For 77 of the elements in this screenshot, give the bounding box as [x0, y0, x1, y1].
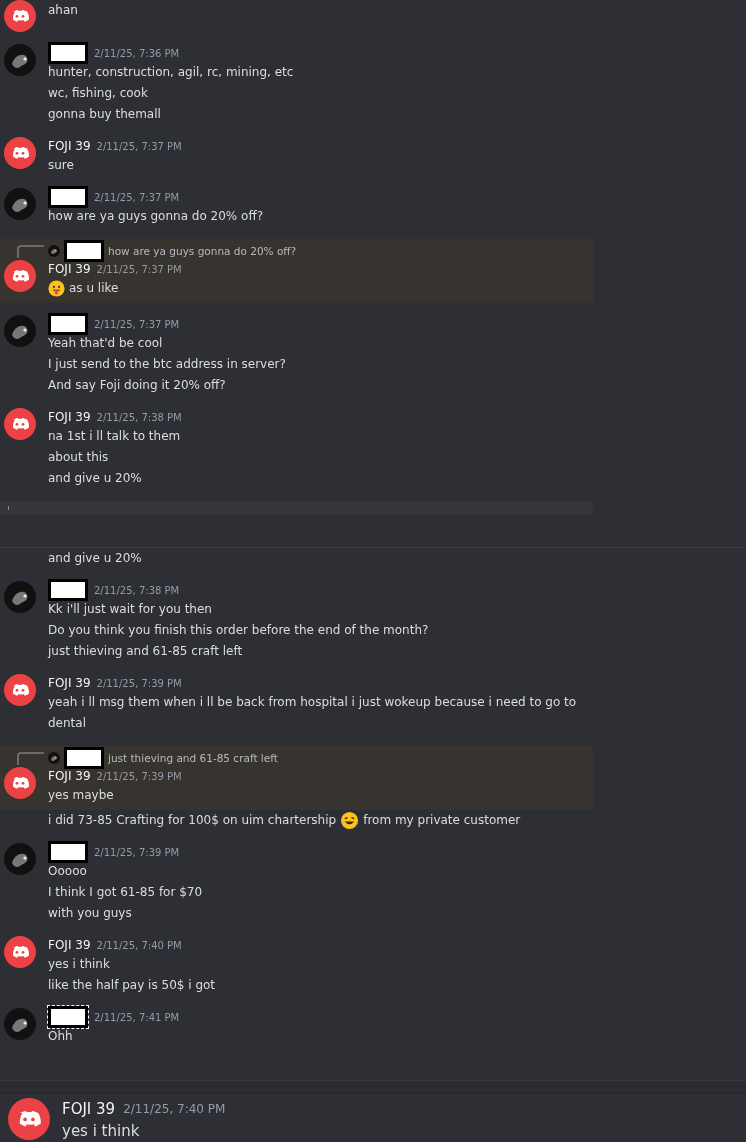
- author-name[interactable]: FOJI 39: [48, 938, 91, 952]
- message-text: just thieving and 61-85 craft left: [48, 643, 244, 660]
- message-text: and give u 20%: [48, 470, 143, 487]
- dark-avatar: [48, 245, 60, 257]
- timestamp: 2/11/25, 7:37 PM: [96, 140, 182, 152]
- message-text: yes i think: [62, 1121, 141, 1142]
- message-text: I think I got 61-85 for $70: [48, 884, 204, 901]
- message-text: Kk i'll just wait for you then: [48, 601, 213, 618]
- controller-avatar: [4, 408, 36, 440]
- controller-avatar: [4, 137, 36, 169]
- redacted-name: [48, 186, 88, 208]
- reply-connector: [16, 244, 44, 258]
- message-text: like the half pay is 50$ i got: [48, 977, 217, 994]
- dark-avatar: [4, 1008, 36, 1040]
- dark-avatar: [4, 315, 36, 347]
- message-text: and give u 20%: [48, 550, 143, 567]
- redacted-name: [48, 313, 88, 335]
- timestamp: 2/11/25, 7:37 PM: [96, 263, 182, 275]
- reply-connector: [16, 751, 44, 765]
- redacted-name: [48, 42, 88, 64]
- controller-avatar: [4, 936, 36, 968]
- author-name[interactable]: FOJI 39: [48, 410, 91, 424]
- message-text: I just send to the btc address in server?: [48, 356, 287, 373]
- laughing-face-emoji-icon: [340, 811, 360, 830]
- message-text: ahan: [48, 2, 79, 19]
- message-text: i did 73-85 Crafting for 100$ on uim chartership: [48, 812, 337, 829]
- dark-avatar: [48, 752, 60, 764]
- timestamp: 2/11/25, 7:38 PM: [94, 584, 180, 596]
- dark-avatar: [4, 44, 36, 76]
- dark-avatar: [4, 188, 36, 220]
- timestamp: 2/11/25, 7:39 PM: [96, 770, 182, 782]
- controller-avatar: [4, 767, 36, 799]
- redacted-name: [48, 579, 88, 601]
- timestamp: 2/11/25, 7:37 PM: [94, 191, 180, 203]
- message-text: as u like: [69, 280, 119, 297]
- message-text: how are ya guys gonna do 20% off?: [48, 208, 265, 225]
- controller-avatar: [4, 674, 36, 706]
- message-text: Do you think you finish this order before the end of the month?: [48, 622, 430, 639]
- message-text: Yeah that'd be cool: [48, 335, 164, 352]
- reply-preview-text: how are ya guys gonna do 20% off?: [108, 245, 297, 257]
- message-text: yes maybe: [48, 787, 115, 804]
- timestamp: 2/11/25, 7:41 PM: [94, 1011, 180, 1023]
- message-text: with you guys: [48, 905, 133, 922]
- timestamp: 2/11/25, 7:40 PM: [96, 939, 182, 951]
- timestamp: 2/11/25, 7:36 PM: [94, 47, 180, 59]
- reply-preview-text: just thieving and 61-85 craft left: [108, 752, 278, 764]
- author-name[interactable]: FOJI 39: [48, 139, 91, 153]
- timestamp: 2/11/25, 7:39 PM: [96, 677, 182, 689]
- message-text: about this: [48, 449, 110, 466]
- message-text: gonna buy themall: [48, 106, 162, 123]
- controller-avatar: [4, 260, 36, 292]
- controller-avatar: [4, 0, 36, 32]
- message-text: Ooooo: [48, 863, 88, 880]
- redacted-name: [64, 240, 104, 262]
- redacted-name: [48, 841, 88, 863]
- message-text: yes i think: [48, 956, 111, 973]
- message-text: hunter, construction, agil, rc, mining, etc: [48, 64, 295, 81]
- redacted-name: [64, 747, 104, 769]
- message-text: na 1st i ll talk to them: [48, 428, 182, 445]
- message-text: Ohh: [48, 1028, 74, 1045]
- timestamp: 2/11/25, 7:37 PM: [94, 318, 180, 330]
- message-text: And say Foji doing it 20% off?: [48, 377, 227, 394]
- message-text: yeah i ll msg them when i ll be back from hospital i just wokeup because i need to go to dental: [48, 694, 578, 732]
- author-name[interactable]: FOJI 39: [48, 769, 91, 783]
- author-name[interactable]: FOJI 39: [48, 262, 91, 276]
- dark-avatar: [4, 843, 36, 875]
- dark-avatar: [4, 581, 36, 613]
- author-name[interactable]: FOJI 39: [62, 1100, 116, 1118]
- timestamp: 2/11/25, 7:39 PM: [94, 846, 180, 858]
- message-text: wc, fishing, cook: [48, 85, 149, 102]
- controller-avatar: [8, 1098, 50, 1140]
- tongue-face-emoji-icon: [48, 280, 65, 297]
- timestamp: 2/11/25, 7:38 PM: [96, 411, 182, 423]
- author-name[interactable]: FOJI 39: [48, 676, 91, 690]
- message-text: from my private customer: [363, 812, 521, 829]
- message-text: sure: [48, 157, 75, 174]
- timestamp: 2/11/25, 7:40 PM: [123, 1102, 226, 1116]
